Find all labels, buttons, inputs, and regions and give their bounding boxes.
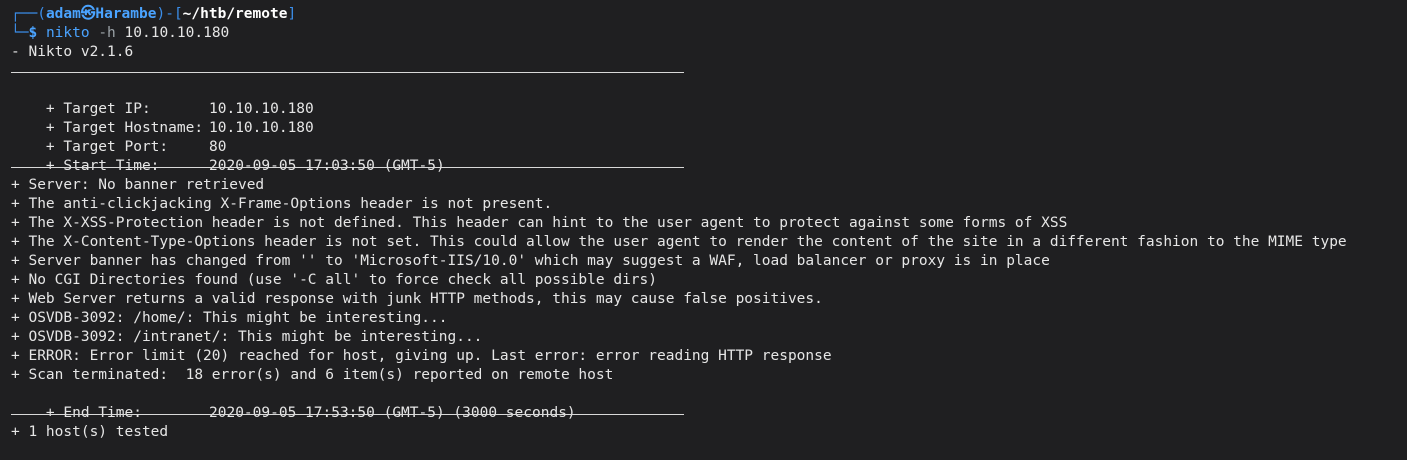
target-port-row: + Target Port: 80 [11, 119, 711, 155]
prompt-header: ┌──(adam㉿Harambe)-[~/htb/remote] [11, 5, 296, 24]
prompt-user-host: adam㉿Harambe [45, 6, 157, 22]
prompt-cwd: ~/htb/remote [182, 6, 288, 22]
separator-2 [11, 167, 684, 168]
command-arg: 10.10.10.180 [124, 25, 230, 41]
finding-line: + The X-Content-Type-Options header is n… [11, 234, 1347, 250]
end-time-label: + End Time: [45, 405, 142, 421]
command-flag: -h [98, 25, 116, 41]
target-ip-row: + Target IP: 10.10.10.180 [11, 81, 711, 117]
start-time-row: + Start Time: 2020-09-05 17:03:50 (GMT-5) [11, 138, 711, 174]
finding-line: + OSVDB-3092: /intranet/: This might be … [11, 329, 483, 345]
command-name: nikto [45, 25, 90, 41]
finding-line: + OSVDB-3092: /home/: This might be inte… [11, 310, 448, 326]
separator-1 [11, 72, 684, 73]
prompt-open-bracket: [ [173, 6, 183, 22]
target-hostname-row: + Target Hostname: 10.10.10.180 [11, 100, 711, 136]
prompt-close-paren: ) [156, 6, 166, 22]
finding-line: + Server banner has changed from '' to '… [11, 253, 1050, 269]
hosts-tested-summary: + 1 host(s) tested [11, 424, 169, 440]
prompt-open-paren: ( [37, 6, 46, 22]
prompt-close-bracket: ] [287, 6, 297, 22]
prompt-dollar: $ [28, 25, 38, 41]
separator-3 [11, 414, 684, 415]
command-line[interactable]: └─$ nikto -h 10.10.10.180 [11, 24, 229, 43]
finding-line: + Web Server returns a valid response wi… [11, 291, 823, 307]
prompt-corner-bottom: └─ [11, 25, 29, 41]
finding-line: + The X-XSS-Protection header is not def… [11, 215, 1068, 231]
prompt-dash: - [165, 6, 174, 22]
finding-line: + Server: No banner retrieved [11, 177, 265, 193]
end-time-row: + End Time: 2020-09-05 17:53:50 (GMT-5) (… [11, 385, 711, 421]
finding-line: + Scan terminated: 18 error(s) and 6 ite… [11, 367, 614, 383]
finding-line: + No CGI Directories found (use '-C all'… [11, 272, 658, 288]
finding-line: + ERROR: Error limit (20) reached for ho… [11, 348, 832, 364]
terminal-window[interactable]: ┌──(adam㉿Harambe)-[~/htb/remote] └─$ nik… [0, 0, 1407, 460]
finding-line: + The anti-clickjacking X-Frame-Options … [11, 196, 553, 212]
nikto-version: - Nikto v2.1.6 [11, 44, 134, 60]
prompt-corner-top: ┌── [11, 6, 38, 22]
start-time-label: + Start Time: [45, 158, 160, 174]
